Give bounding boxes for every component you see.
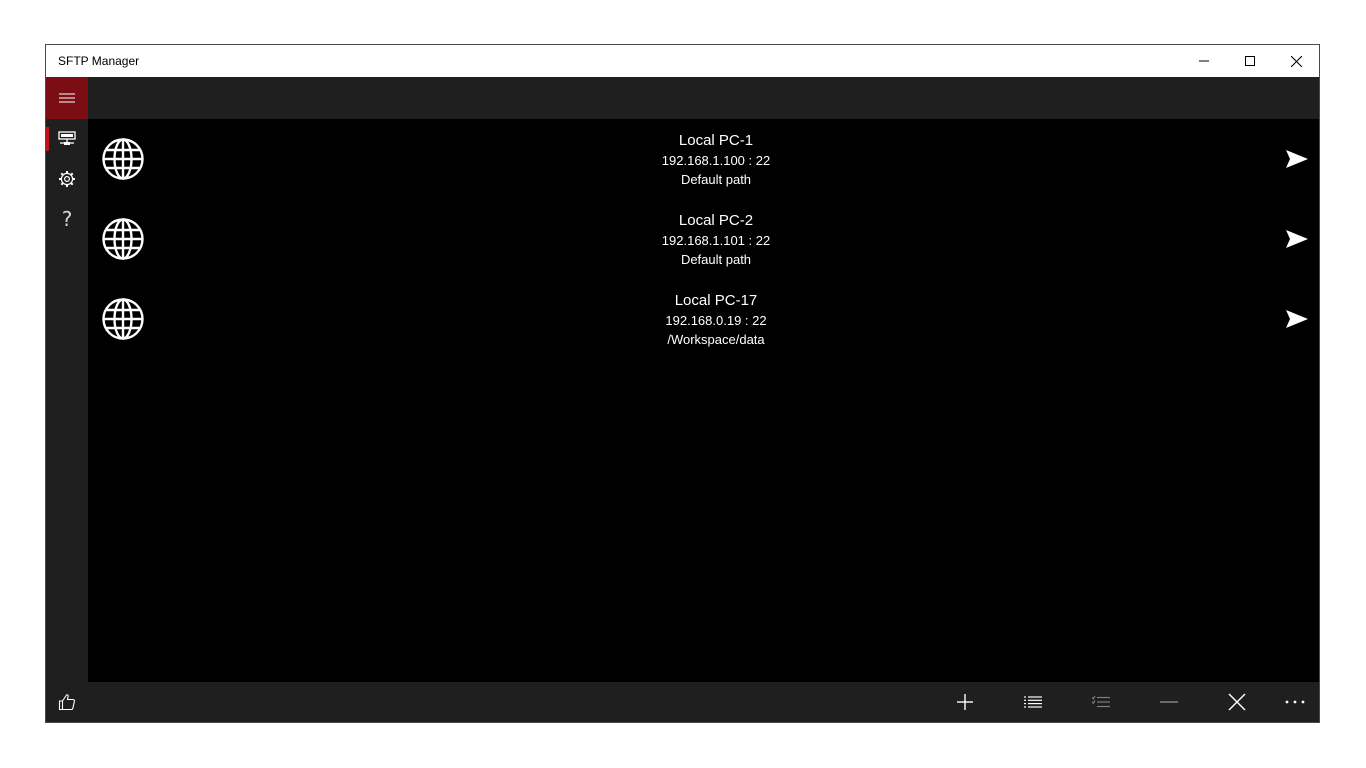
maximize-icon: [1245, 56, 1255, 66]
globe-icon: [102, 218, 144, 260]
close-icon: [1228, 693, 1246, 711]
add-icon: [957, 694, 973, 710]
send-icon[interactable]: [1285, 149, 1309, 169]
connection-address: 192.168.0.19 : 22: [665, 313, 767, 328]
connection-path: Default path: [680, 252, 752, 267]
globe-icon: [102, 298, 144, 340]
hamburger-icon: [59, 93, 75, 103]
remove-icon: [1160, 701, 1178, 703]
connection-row[interactable]: Local PC-1 192.168.1.100 : 22 Default pa…: [88, 119, 1319, 199]
command-bar: [46, 682, 1319, 722]
connection-row[interactable]: Local PC-17 192.168.0.19 : 22 /Workspace…: [88, 279, 1319, 359]
thumbs-up-icon: [58, 694, 76, 711]
select-button[interactable]: [1067, 682, 1135, 722]
help-icon: ?: [61, 207, 73, 231]
connection-row[interactable]: Local PC-2 192.168.1.101 : 22 Default pa…: [88, 199, 1319, 279]
remove-button[interactable]: [1135, 682, 1203, 722]
connection-info: Local PC-2 192.168.1.101 : 22 Default pa…: [458, 211, 974, 269]
connection-path: Default path: [680, 172, 752, 187]
more-button[interactable]: [1261, 682, 1319, 722]
connection-list: Local PC-1 192.168.1.100 : 22 Default pa…: [88, 119, 1319, 682]
nav-item-settings[interactable]: [46, 159, 88, 199]
more-icon: [1285, 700, 1305, 704]
list-view-button[interactable]: [999, 682, 1067, 722]
checklist-icon: [1092, 695, 1110, 708]
title-bar[interactable]: SFTP Manager: [46, 45, 1319, 77]
header-bar: [88, 77, 1319, 119]
maximize-button[interactable]: [1227, 45, 1273, 77]
list-icon: [1024, 696, 1042, 708]
hamburger-menu-button[interactable]: [46, 77, 88, 119]
send-icon[interactable]: [1285, 229, 1309, 249]
navigation-rail: ?: [46, 77, 88, 722]
feedback-button[interactable]: [46, 682, 88, 722]
minimize-icon: [1199, 60, 1209, 62]
connection-name: Local PC-2: [678, 212, 754, 229]
app-window: SFTP Manager ? Local PC-1 192.168.1.100 …: [45, 44, 1320, 723]
globe-icon: [102, 138, 144, 180]
close-icon: [1290, 55, 1302, 67]
connection-address: 192.168.1.101 : 22: [661, 233, 771, 248]
connection-name: Local PC-17: [674, 292, 758, 309]
connection-info: Local PC-1 192.168.1.100 : 22 Default pa…: [458, 131, 974, 189]
connection-info: Local PC-17 192.168.0.19 : 22 /Workspace…: [458, 291, 974, 349]
connection-path: /Workspace/data: [667, 332, 765, 347]
send-icon[interactable]: [1285, 309, 1309, 329]
minimize-button[interactable]: [1181, 45, 1227, 77]
close-window-button[interactable]: [1273, 45, 1319, 77]
connection-name: Local PC-1: [678, 132, 754, 149]
add-connection-button[interactable]: [931, 682, 999, 722]
window-title: SFTP Manager: [58, 54, 140, 68]
nav-item-connections[interactable]: [46, 119, 88, 159]
connection-address: 192.168.1.100 : 22: [661, 153, 771, 168]
gear-icon: [59, 171, 75, 187]
server-icon: [58, 131, 76, 145]
nav-item-help[interactable]: ?: [46, 199, 88, 239]
